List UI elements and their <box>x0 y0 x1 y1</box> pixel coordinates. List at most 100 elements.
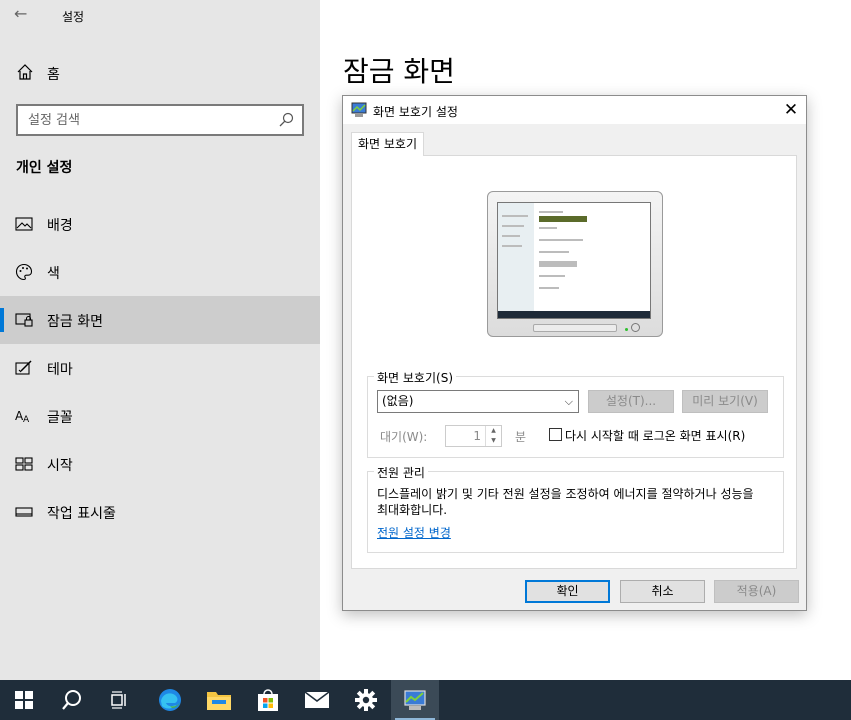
preview-button[interactable]: 미리 보기(V) <box>682 390 768 413</box>
apply-button[interactable]: 적용(A) <box>714 580 799 603</box>
store-icon <box>258 689 278 711</box>
chevron-down-icon: ⌵ <box>564 395 573 408</box>
stepper-arrows-icon[interactable]: ▲ ▼ <box>485 426 501 446</box>
preview-line <box>502 235 520 237</box>
power-description: 디스플레이 밝기 및 기타 전원 설정을 조정하여 에너지를 절약하거나 성능을… <box>377 487 754 517</box>
start-icon <box>15 457 33 471</box>
sidebar-item-taskbar[interactable]: 작업 표시줄 <box>0 488 320 536</box>
screensaver-icon <box>351 102 367 117</box>
font-icon: A A <box>15 409 30 425</box>
sidebar-item-label: 시작 <box>47 458 73 474</box>
task-view-button[interactable] <box>96 680 144 720</box>
preview-taskbar <box>498 311 650 318</box>
file-explorer-button[interactable] <box>195 680 243 720</box>
monitor-preview <box>487 191 663 337</box>
edge-button[interactable] <box>146 680 194 720</box>
start-button[interactable] <box>0 680 48 720</box>
preview-screen <box>497 202 651 319</box>
mail-button[interactable] <box>293 680 341 720</box>
file-explorer-icon <box>207 692 231 710</box>
page-title: 잠금 화면 <box>343 55 455 88</box>
preview-line <box>539 261 577 267</box>
svg-text:A: A <box>23 415 30 425</box>
preview-line <box>539 275 565 277</box>
wait-value: 1 <box>473 429 481 443</box>
taskbar-search-button[interactable] <box>48 680 96 720</box>
power-group-label: 전원 관리 <box>374 464 428 481</box>
wait-stepper[interactable]: 1 ▲ ▼ <box>445 425 502 447</box>
sidebar-item-label: 글꼴 <box>47 410 73 426</box>
preview-line <box>539 211 563 213</box>
screensaver-group-label: 화면 보호기(S) <box>374 369 456 386</box>
screensaver-select-value: (없음) <box>382 394 414 408</box>
preview-line <box>502 225 524 227</box>
screensaver-app-icon <box>404 690 426 710</box>
preview-line <box>539 251 569 253</box>
taskbar-icon <box>15 507 33 517</box>
monitor-led <box>625 328 628 331</box>
sidebar-item-background[interactable]: 배경 <box>0 200 320 248</box>
search-icon <box>279 112 294 127</box>
sidebar-item-start[interactable]: 시작 <box>0 440 320 488</box>
sidebar-item-label: 테마 <box>47 362 73 378</box>
sidebar-item-label: 작업 표시줄 <box>47 506 116 522</box>
sidebar-item-fonts[interactable]: A A 글꼴 <box>0 392 320 440</box>
lock-screen-icon <box>15 313 33 327</box>
ok-button[interactable]: 확인 <box>525 580 610 603</box>
screensaver-select[interactable]: (없음) ⌵ <box>377 390 579 413</box>
settings-sidebar: ← 설정 홈 개인 설정 배경 색 <box>0 0 320 680</box>
screensaver-dialog: 화면 보호기 설정 ✕ 화면 보호기 화면 보호기(S) (없음) ⌵ 설정(T… <box>342 95 807 611</box>
preview-sidebar <box>498 203 534 313</box>
home-icon <box>17 64 33 80</box>
settings-search[interactable] <box>16 104 304 136</box>
back-arrow-icon[interactable]: ← <box>14 4 27 23</box>
palette-icon <box>15 263 33 281</box>
preview-line <box>502 245 522 247</box>
cancel-button[interactable]: 취소 <box>620 580 705 603</box>
theme-icon <box>15 360 32 375</box>
search-icon <box>62 690 81 710</box>
tab-screensaver[interactable]: 화면 보호기 <box>351 132 425 156</box>
preview-line <box>502 215 528 217</box>
dialog-titlebar[interactable]: 화면 보호기 설정 ✕ <box>343 96 806 124</box>
dialog-title: 화면 보호기 설정 <box>373 105 458 119</box>
settings-button[interactable]: 설정(T)... <box>588 390 674 413</box>
sidebar-item-label: 배경 <box>47 218 73 234</box>
edge-icon <box>159 689 181 711</box>
sidebar-item-lock-screen[interactable]: 잠금 화면 <box>0 296 320 344</box>
screensaver-app-button[interactable] <box>391 680 439 720</box>
monitor-base <box>533 324 617 332</box>
settings-app-button[interactable] <box>342 680 390 720</box>
preview-line <box>539 287 559 289</box>
preview-line <box>539 227 557 229</box>
wait-label: 대기(W): <box>380 430 428 444</box>
preview-line <box>539 239 583 241</box>
nav-home-label: 홈 <box>47 67 60 83</box>
screensaver-group: 화면 보호기(S) (없음) ⌵ 설정(T)... 미리 보기(V) 대기(W)… <box>367 369 784 458</box>
wait-unit: 분 <box>515 430 527 444</box>
monitor-power-button <box>631 323 640 332</box>
title-row: ← 설정 <box>0 0 320 32</box>
resume-logon-label: 다시 시작할 때 로그온 화면 표시(R) <box>565 429 746 443</box>
app-title: 설정 <box>62 10 85 24</box>
search-input[interactable] <box>28 111 268 129</box>
sidebar-item-theme[interactable]: 테마 <box>0 344 320 392</box>
settings-icon <box>355 689 377 711</box>
resume-logon-checkbox[interactable] <box>549 428 562 441</box>
windows-start-icon <box>15 691 33 709</box>
power-settings-link[interactable]: 전원 설정 변경 <box>377 524 451 541</box>
sidebar-item-label: 잠금 화면 <box>47 314 103 330</box>
task-view-icon <box>111 691 126 709</box>
preview-image <box>539 216 587 222</box>
nav-home[interactable]: 홈 <box>0 56 320 90</box>
close-icon[interactable]: ✕ <box>778 97 804 123</box>
tab-pane: 화면 보호기(S) (없음) ⌵ 설정(T)... 미리 보기(V) 대기(W)… <box>351 155 797 569</box>
mail-icon <box>304 691 330 708</box>
section-title: 개인 설정 <box>16 160 73 176</box>
picture-icon <box>15 217 33 231</box>
sidebar-item-label: 색 <box>47 266 60 282</box>
power-group: 전원 관리 디스플레이 밝기 및 기타 전원 설정을 조정하여 에너지를 절약하… <box>367 464 784 553</box>
store-button[interactable] <box>244 680 292 720</box>
taskbar <box>0 680 851 720</box>
sidebar-item-color[interactable]: 색 <box>0 248 320 296</box>
